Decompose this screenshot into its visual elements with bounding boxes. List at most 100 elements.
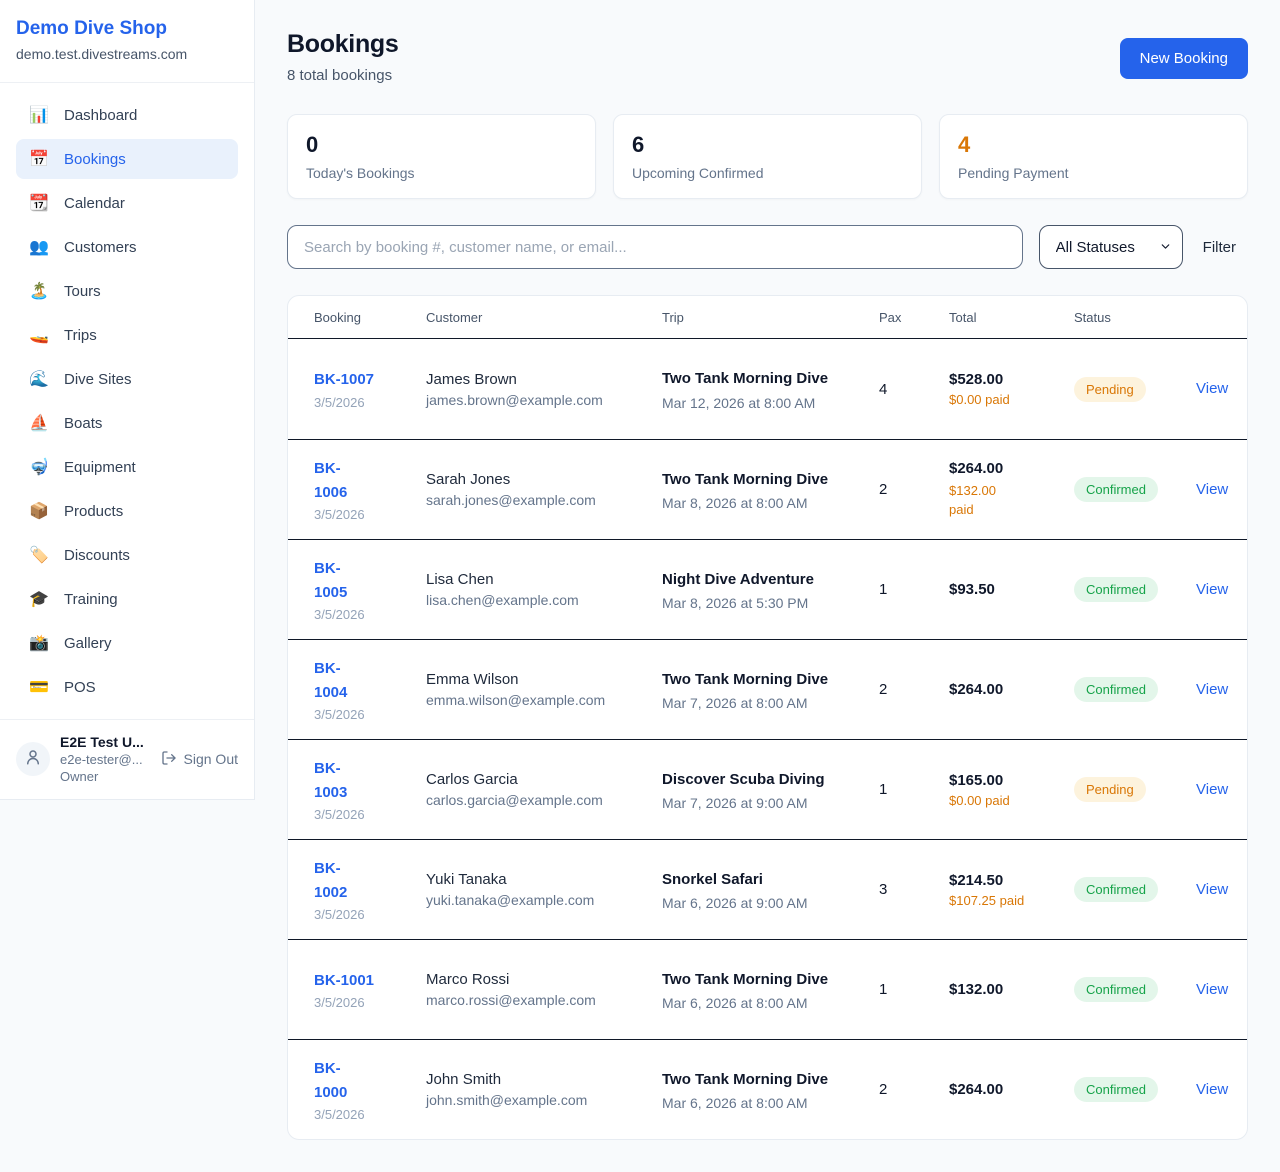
customer-cell: Carlos Garcia carlos.garcia@example.com xyxy=(426,771,662,808)
status-cell: Confirmed xyxy=(1074,877,1196,902)
sidebar-item-training[interactable]: 🎓Training xyxy=(16,579,238,619)
total-amount: $165.00 xyxy=(949,772,1074,789)
view-link[interactable]: View xyxy=(1196,981,1228,998)
view-link[interactable]: View xyxy=(1196,481,1228,498)
sidebar-item-dive-sites[interactable]: 🌊Dive Sites xyxy=(16,359,238,399)
booking-id-link[interactable]: BK-1007 xyxy=(314,368,426,391)
pax-count: 1 xyxy=(879,981,949,998)
booking-id-link[interactable]: BK-1006 xyxy=(314,457,426,504)
sidebar-item-tours[interactable]: 🏝️Tours xyxy=(16,271,238,311)
main-content: Bookings 8 total bookings New Booking 0 … xyxy=(255,0,1280,1172)
new-booking-button[interactable]: New Booking xyxy=(1120,38,1248,79)
paid-amount: $107.25 paid xyxy=(949,893,1074,908)
customer-cell: Yuki Tanaka yuki.tanaka@example.com xyxy=(426,871,662,908)
customer-email: sarah.jones@example.com xyxy=(426,492,662,508)
sidebar-item-customers[interactable]: 👥Customers xyxy=(16,227,238,267)
status-cell: Confirmed xyxy=(1074,677,1196,702)
view-link[interactable]: View xyxy=(1196,681,1228,698)
pax-count: 4 xyxy=(879,381,949,398)
trip-cell: Two Tank Morning Dive Mar 8, 2026 at 8:0… xyxy=(662,468,879,511)
customers-icon: 👥 xyxy=(28,237,50,257)
booking-cell: BK-1006 3/5/2026 xyxy=(314,457,426,522)
sign-out-button[interactable]: Sign Out xyxy=(161,750,238,769)
sidebar-item-bookings[interactable]: 📅Bookings xyxy=(16,139,238,179)
sign-out-icon xyxy=(161,750,177,769)
trip-cell: Two Tank Morning Dive Mar 12, 2026 at 8:… xyxy=(662,367,879,410)
column-header-trip: Trip xyxy=(662,310,879,325)
total-cell: $93.50 xyxy=(949,581,1074,598)
view-link[interactable]: View xyxy=(1196,581,1228,598)
sidebar-nav: 📊Dashboard📅Bookings📆Calendar👥Customers🏝️… xyxy=(0,83,254,719)
sidebar-item-label: Calendar xyxy=(64,195,125,212)
booking-id-link[interactable]: BK-1003 xyxy=(314,757,426,804)
booking-id-link[interactable]: BK-1004 xyxy=(314,657,426,704)
trip-datetime: Mar 7, 2026 at 9:00 AM xyxy=(662,795,879,811)
booking-date: 3/5/2026 xyxy=(314,607,426,622)
total-cell: $165.00 $0.00 paid xyxy=(949,772,1074,808)
boats-icon: ⛵ xyxy=(28,413,50,433)
view-link[interactable]: View xyxy=(1196,781,1228,798)
user-icon xyxy=(24,748,42,771)
sidebar-item-discounts[interactable]: 🏷️Discounts xyxy=(16,535,238,575)
sidebar-item-label: Dive Sites xyxy=(64,371,132,388)
trip-datetime: Mar 6, 2026 at 8:00 AM xyxy=(662,995,879,1011)
page-title-block: Bookings 8 total bookings xyxy=(287,30,399,84)
pax-count: 3 xyxy=(879,881,949,898)
status-select-wrap: All Statuses xyxy=(1039,225,1183,269)
action-cell: View xyxy=(1196,981,1228,999)
total-cell: $528.00 $0.00 paid xyxy=(949,371,1074,407)
sidebar-item-pos[interactable]: 💳POS xyxy=(16,667,238,707)
search-input[interactable] xyxy=(287,225,1023,269)
view-link[interactable]: View xyxy=(1196,881,1228,898)
equipment-icon: 🤿 xyxy=(28,457,50,477)
sidebar-item-label: Tours xyxy=(64,283,101,300)
table-row: BK-1004 3/5/2026 Emma Wilson emma.wilson… xyxy=(288,639,1247,739)
view-link[interactable]: View xyxy=(1196,1081,1228,1098)
sidebar-item-gallery[interactable]: 📸Gallery xyxy=(16,623,238,663)
action-cell: View xyxy=(1196,681,1228,699)
booking-id-link[interactable]: BK-1002 xyxy=(314,857,426,904)
action-cell: View xyxy=(1196,481,1228,499)
total-amount: $528.00 xyxy=(949,371,1074,388)
bookings-table: BookingCustomerTripPaxTotalStatus BK-100… xyxy=(287,295,1248,1140)
status-cell: Confirmed xyxy=(1074,477,1196,502)
sidebar-item-equipment[interactable]: 🤿Equipment xyxy=(16,447,238,487)
trip-name: Two Tank Morning Dive xyxy=(662,668,830,691)
booking-cell: BK-1000 3/5/2026 xyxy=(314,1057,426,1122)
sidebar-item-boats[interactable]: ⛵Boats xyxy=(16,403,238,443)
view-link[interactable]: View xyxy=(1196,380,1228,397)
booking-id-link[interactable]: BK-1005 xyxy=(314,557,426,604)
sidebar-item-trips[interactable]: 🚤Trips xyxy=(16,315,238,355)
shop-domain: demo.test.divestreams.com xyxy=(16,46,238,62)
sidebar-item-calendar[interactable]: 📆Calendar xyxy=(16,183,238,223)
booking-id-link[interactable]: BK-1001 xyxy=(314,969,426,992)
app-root: Demo Dive Shop demo.test.divestreams.com… xyxy=(0,0,1280,1162)
total-amount: $264.00 xyxy=(949,460,1074,477)
filter-button[interactable]: Filter xyxy=(1199,239,1248,256)
status-select[interactable]: All Statuses xyxy=(1039,225,1183,269)
paid-amount: $132.00 paid xyxy=(949,481,1011,520)
table-header-row: BookingCustomerTripPaxTotalStatus xyxy=(288,296,1247,339)
booking-cell: BK-1005 3/5/2026 xyxy=(314,557,426,622)
sidebar-header: Demo Dive Shop demo.test.divestreams.com xyxy=(0,0,254,83)
sidebar-item-dashboard[interactable]: 📊Dashboard xyxy=(16,95,238,135)
trip-name: Two Tank Morning Dive xyxy=(662,1068,830,1091)
booking-id-link[interactable]: BK-1000 xyxy=(314,1057,426,1104)
action-cell: View xyxy=(1196,380,1228,398)
pax-count: 2 xyxy=(879,1081,949,1098)
dashboard-icon: 📊 xyxy=(28,105,50,125)
sidebar-item-products[interactable]: 📦 Products xyxy=(16,491,238,531)
trip-datetime: Mar 7, 2026 at 8:00 AM xyxy=(662,695,879,711)
avatar xyxy=(16,742,50,776)
trip-name: Snorkel Safari xyxy=(662,868,830,891)
sidebar: Demo Dive Shop demo.test.divestreams.com… xyxy=(0,0,255,800)
shop-name[interactable]: Demo Dive Shop xyxy=(16,18,238,40)
trip-name: Two Tank Morning Dive xyxy=(662,367,830,390)
customer-email: marco.rossi@example.com xyxy=(426,992,662,1008)
paid-amount: $0.00 paid xyxy=(949,392,1074,407)
products-icon: 📦 xyxy=(28,501,50,521)
booking-cell: BK-1001 3/5/2026 xyxy=(314,969,426,1010)
sidebar-item-label: Products xyxy=(64,503,123,520)
booking-date: 3/5/2026 xyxy=(314,907,426,922)
stat-card-pending-payment: 4 Pending Payment xyxy=(939,114,1248,199)
